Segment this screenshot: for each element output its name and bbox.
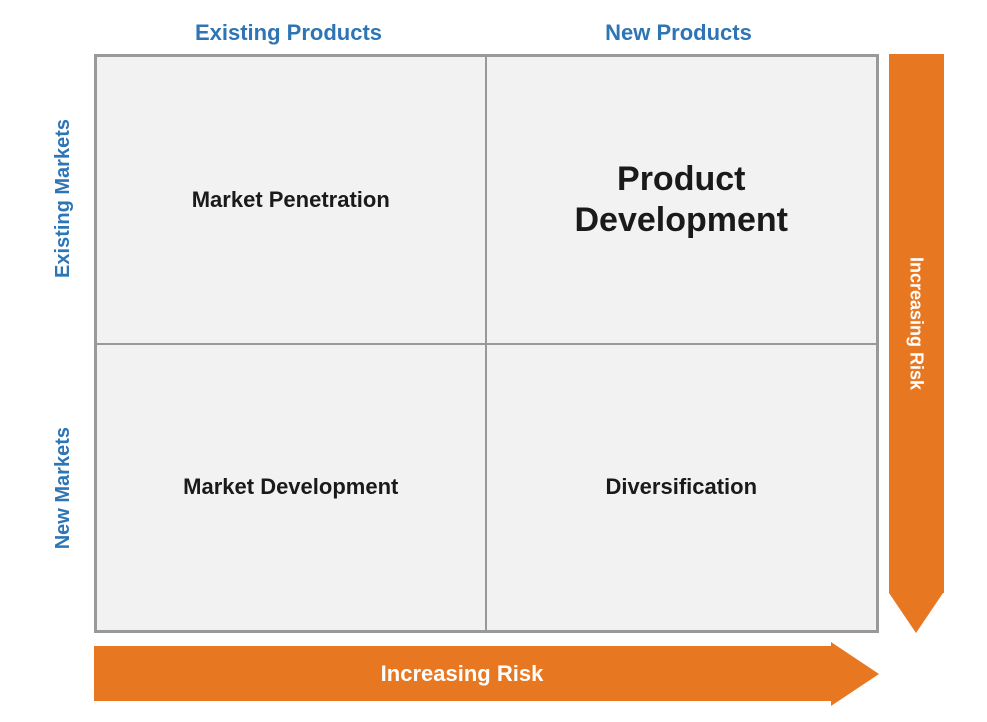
bottom-risk-label: Increasing Risk bbox=[381, 661, 544, 687]
row-labels: Existing Markets New Markets bbox=[34, 54, 94, 633]
market-penetration-cell: Market Penetration bbox=[96, 56, 487, 344]
diversification-label: Diversification bbox=[605, 474, 757, 500]
new-markets-header: New Markets bbox=[34, 344, 94, 634]
market-penetration-label: Market Penetration bbox=[192, 187, 390, 213]
product-development-cell: ProductDevelopment bbox=[486, 56, 877, 344]
right-risk-label: Increasing Risk bbox=[906, 257, 927, 390]
main-body: Existing Markets New Markets Market Pene… bbox=[34, 54, 954, 633]
right-risk-arrowhead bbox=[889, 593, 943, 633]
right-risk-shaft: Increasing Risk bbox=[889, 54, 944, 593]
right-risk-arrow-area: Increasing Risk bbox=[879, 54, 954, 633]
bottom-risk-shaft: Increasing Risk bbox=[94, 646, 831, 701]
existing-products-header: Existing Products bbox=[94, 16, 484, 50]
existing-markets-header: Existing Markets bbox=[34, 54, 94, 344]
ansoff-matrix: Existing Products New Products Existing … bbox=[34, 16, 954, 706]
bottom-risk-arrow: Increasing Risk bbox=[94, 642, 879, 706]
bottom-risk-arrow-container: Increasing Risk bbox=[94, 641, 879, 706]
market-development-cell: Market Development bbox=[96, 344, 487, 632]
matrix-grid: Market Penetration ProductDevelopment Ma… bbox=[94, 54, 879, 633]
bottom-risk-arrowhead bbox=[831, 642, 879, 706]
market-development-label: Market Development bbox=[183, 474, 398, 500]
diversification-cell: Diversification bbox=[486, 344, 877, 632]
bottom-area: Increasing Risk bbox=[34, 641, 954, 706]
right-risk-arrow: Increasing Risk bbox=[889, 54, 944, 633]
product-development-label: ProductDevelopment bbox=[575, 159, 789, 241]
new-products-header: New Products bbox=[484, 16, 874, 50]
column-headers: Existing Products New Products bbox=[94, 16, 874, 50]
